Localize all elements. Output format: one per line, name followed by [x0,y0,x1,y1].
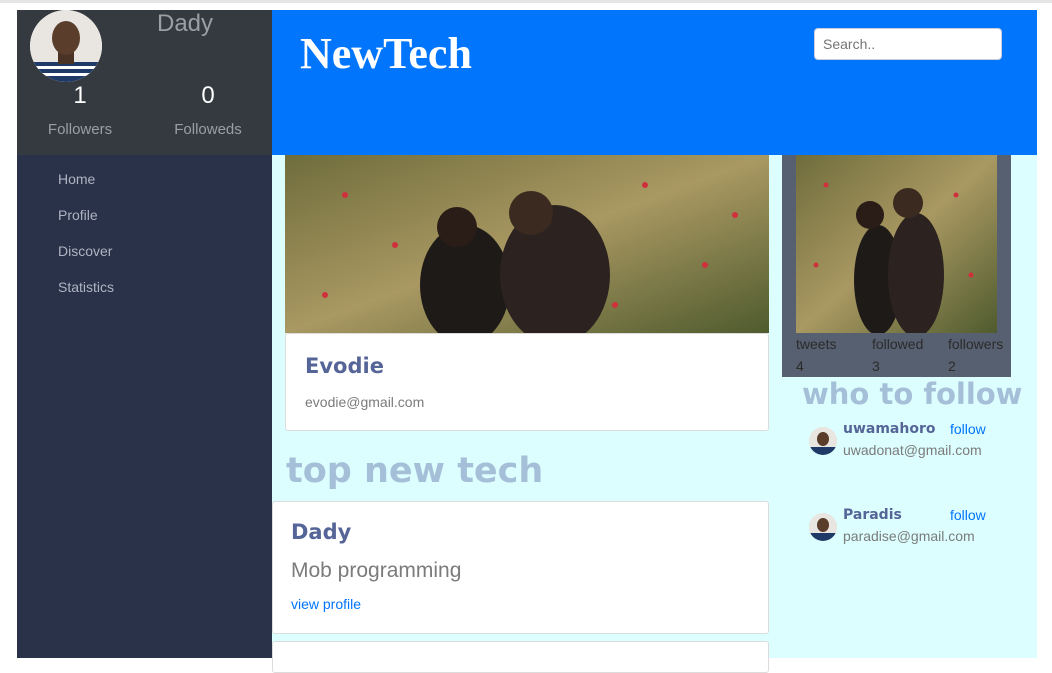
section-title: top new tech [286,451,544,491]
sidebar: Dady 1 Followers 0 Followeds Home Profil… [17,10,272,658]
profile-summary: Dady 1 Followers 0 Followeds [17,10,272,155]
profile-name: Dady [157,10,214,37]
sidebar-item-home[interactable]: Home [58,170,114,206]
suggestion-name[interactable]: uwamahoro [843,421,936,437]
profile-cover-image [796,155,997,333]
sidebar-item-profile[interactable]: Profile [58,206,114,242]
next-card [272,641,769,673]
top-border [0,0,1052,3]
suggestion-name[interactable]: Paradis [843,507,902,523]
follow-button[interactable]: follow [950,421,986,437]
featured-user-name[interactable]: Evodie [305,354,384,378]
tweets-label: tweets [796,336,837,352]
followed-label: followed [872,336,924,352]
avatar[interactable] [809,513,837,541]
followed-count: 3 [872,358,880,374]
followers-label: Followers [47,121,113,138]
follow-button[interactable]: follow [950,507,986,523]
main-content: Evodie evodie@gmail.com top new tech Dad… [272,155,1037,673]
avatar[interactable] [30,10,102,82]
suggestion-email: uwadonat@gmail.com [843,442,982,458]
search-input[interactable] [814,28,1002,60]
header: NewTech [272,10,1037,155]
sidebar-item-statistics[interactable]: Statistics [58,278,114,314]
tweets-count: 4 [796,358,804,374]
sidebar-nav: Home Profile Discover Statistics [58,170,114,314]
followers-stat-label: followers [948,336,1004,352]
followeds-count: 0 [201,82,215,109]
tech-user-name[interactable]: Dady [291,520,351,544]
followers-count: 1 [73,82,87,109]
view-profile-link[interactable]: view profile [291,596,361,612]
who-to-follow-title: who to follow [802,377,1023,411]
suggestion-email: paradise@gmail.com [843,528,975,544]
followeds-label: Followeds [174,121,242,138]
sidebar-item-discover[interactable]: Discover [58,242,114,278]
avatar[interactable] [809,427,837,455]
profile-stats-card: tweets 4 followed 3 followers 2 [782,155,1011,377]
tech-user-card: Dady Mob programming view profile [272,501,769,634]
featured-user-email: evodie@gmail.com [305,394,425,410]
tech-user-role: Mob programming [291,559,462,582]
brand-logo[interactable]: NewTech [300,28,472,79]
featured-user-card: Evodie evodie@gmail.com [285,333,769,431]
featured-cover-image [285,155,769,333]
followers-stat-count: 2 [948,358,956,374]
